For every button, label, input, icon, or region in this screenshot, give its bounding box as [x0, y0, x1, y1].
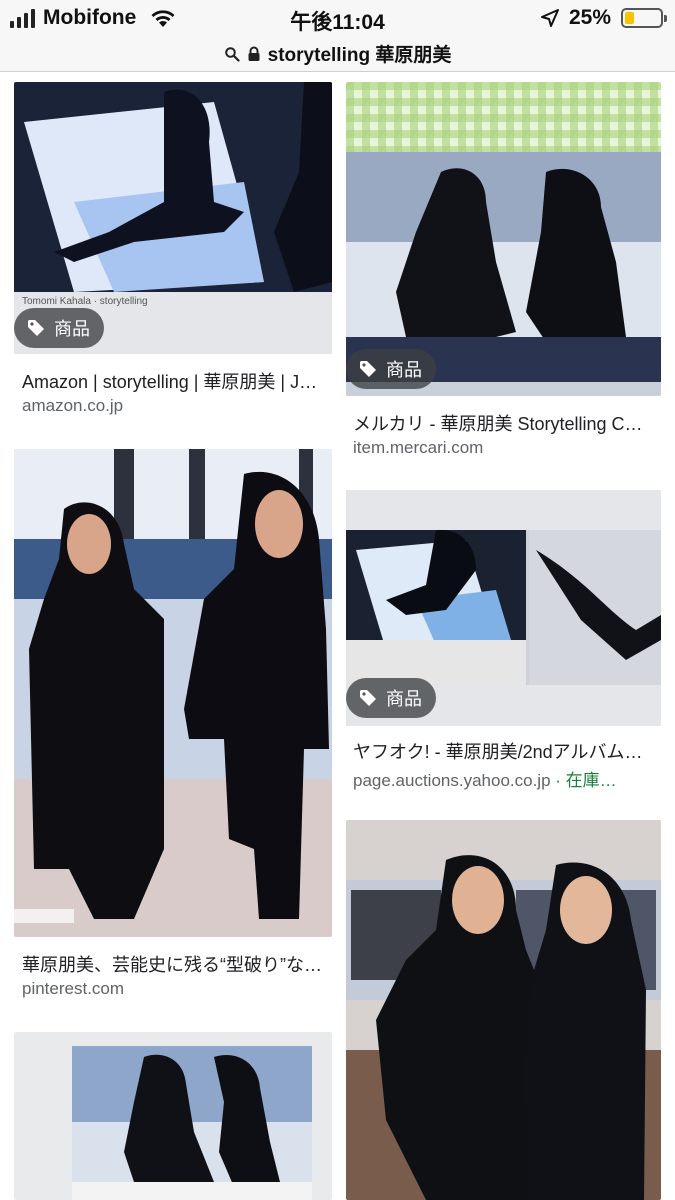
result-image[interactable] [14, 449, 332, 937]
image-result-couple-photo[interactable] [346, 820, 661, 1200]
address-bar[interactable]: storytelling 華原朋美 [0, 36, 675, 72]
url-text: storytelling 華原朋美 [267, 45, 452, 66]
image-result-mercari[interactable]: 商品 メルカリ - 華原朋美 Storytelling C… item.merc… [346, 82, 661, 464]
badge-label: 商品 [386, 360, 422, 380]
product-badge: 商品 [346, 678, 436, 718]
status-right: 25% [540, 6, 667, 30]
result-title[interactable]: Amazon | storytelling | 華原朋美 | J… [22, 368, 328, 394]
tag-icon [360, 690, 376, 706]
product-badge: 商品 [14, 308, 104, 348]
battery-level-fill [625, 12, 634, 24]
result-image[interactable] [346, 820, 661, 1200]
wifi-icon [151, 10, 175, 27]
image-result-cd-cover[interactable] [14, 1032, 332, 1200]
carrier-name: Mobifone [43, 6, 137, 29]
result-domain: pinterest.com [22, 979, 125, 998]
product-badge: 商品 [346, 349, 436, 389]
image-result-amazon[interactable]: Tomomi Kahala · storytelling 商品 Amazon |… [14, 82, 332, 422]
result-image[interactable] [14, 1032, 332, 1200]
lock-icon [248, 46, 260, 61]
result-domain: page.auctions.yahoo.co.jp · 在庫… [353, 766, 653, 791]
battery-icon [621, 8, 667, 28]
result-title[interactable]: ヤフオク! - 華原朋美/2ndアルバム… [353, 738, 653, 764]
tag-icon [28, 320, 44, 336]
battery-percent: 25% [568, 6, 611, 29]
result-title[interactable]: メルカリ - 華原朋美 Storytelling C… [353, 410, 653, 436]
signal-icon [10, 8, 35, 28]
result-domain-text: page.auctions.yahoo.co.jp [353, 771, 551, 790]
stock-status: · 在庫… [550, 771, 617, 790]
result-domain: amazon.co.jp [22, 396, 124, 415]
badge-label: 商品 [386, 689, 422, 709]
tag-icon [360, 361, 376, 377]
badge-label: 商品 [54, 319, 90, 339]
result-title[interactable]: 華原朋美、芸能史に残る“型破り”な… [22, 951, 328, 977]
search-icon [224, 46, 240, 62]
status-left: Mobifone [10, 6, 176, 30]
image-result-pinterest[interactable]: 華原朋美、芸能史に残る“型破り”な… pinterest.com [14, 449, 332, 1005]
status-bar: Mobifone 午後11:04 25% [0, 0, 675, 36]
location-arrow-icon [540, 9, 559, 27]
result-domain: item.mercari.com [353, 438, 484, 457]
image-result-yahoo-auctions[interactable]: 商品 ヤフオク! - 華原朋美/2ndアルバム… page.auctions.y… [346, 490, 661, 790]
svg-text:Tomomi Kahala · storytelling: Tomomi Kahala · storytelling [22, 296, 148, 307]
